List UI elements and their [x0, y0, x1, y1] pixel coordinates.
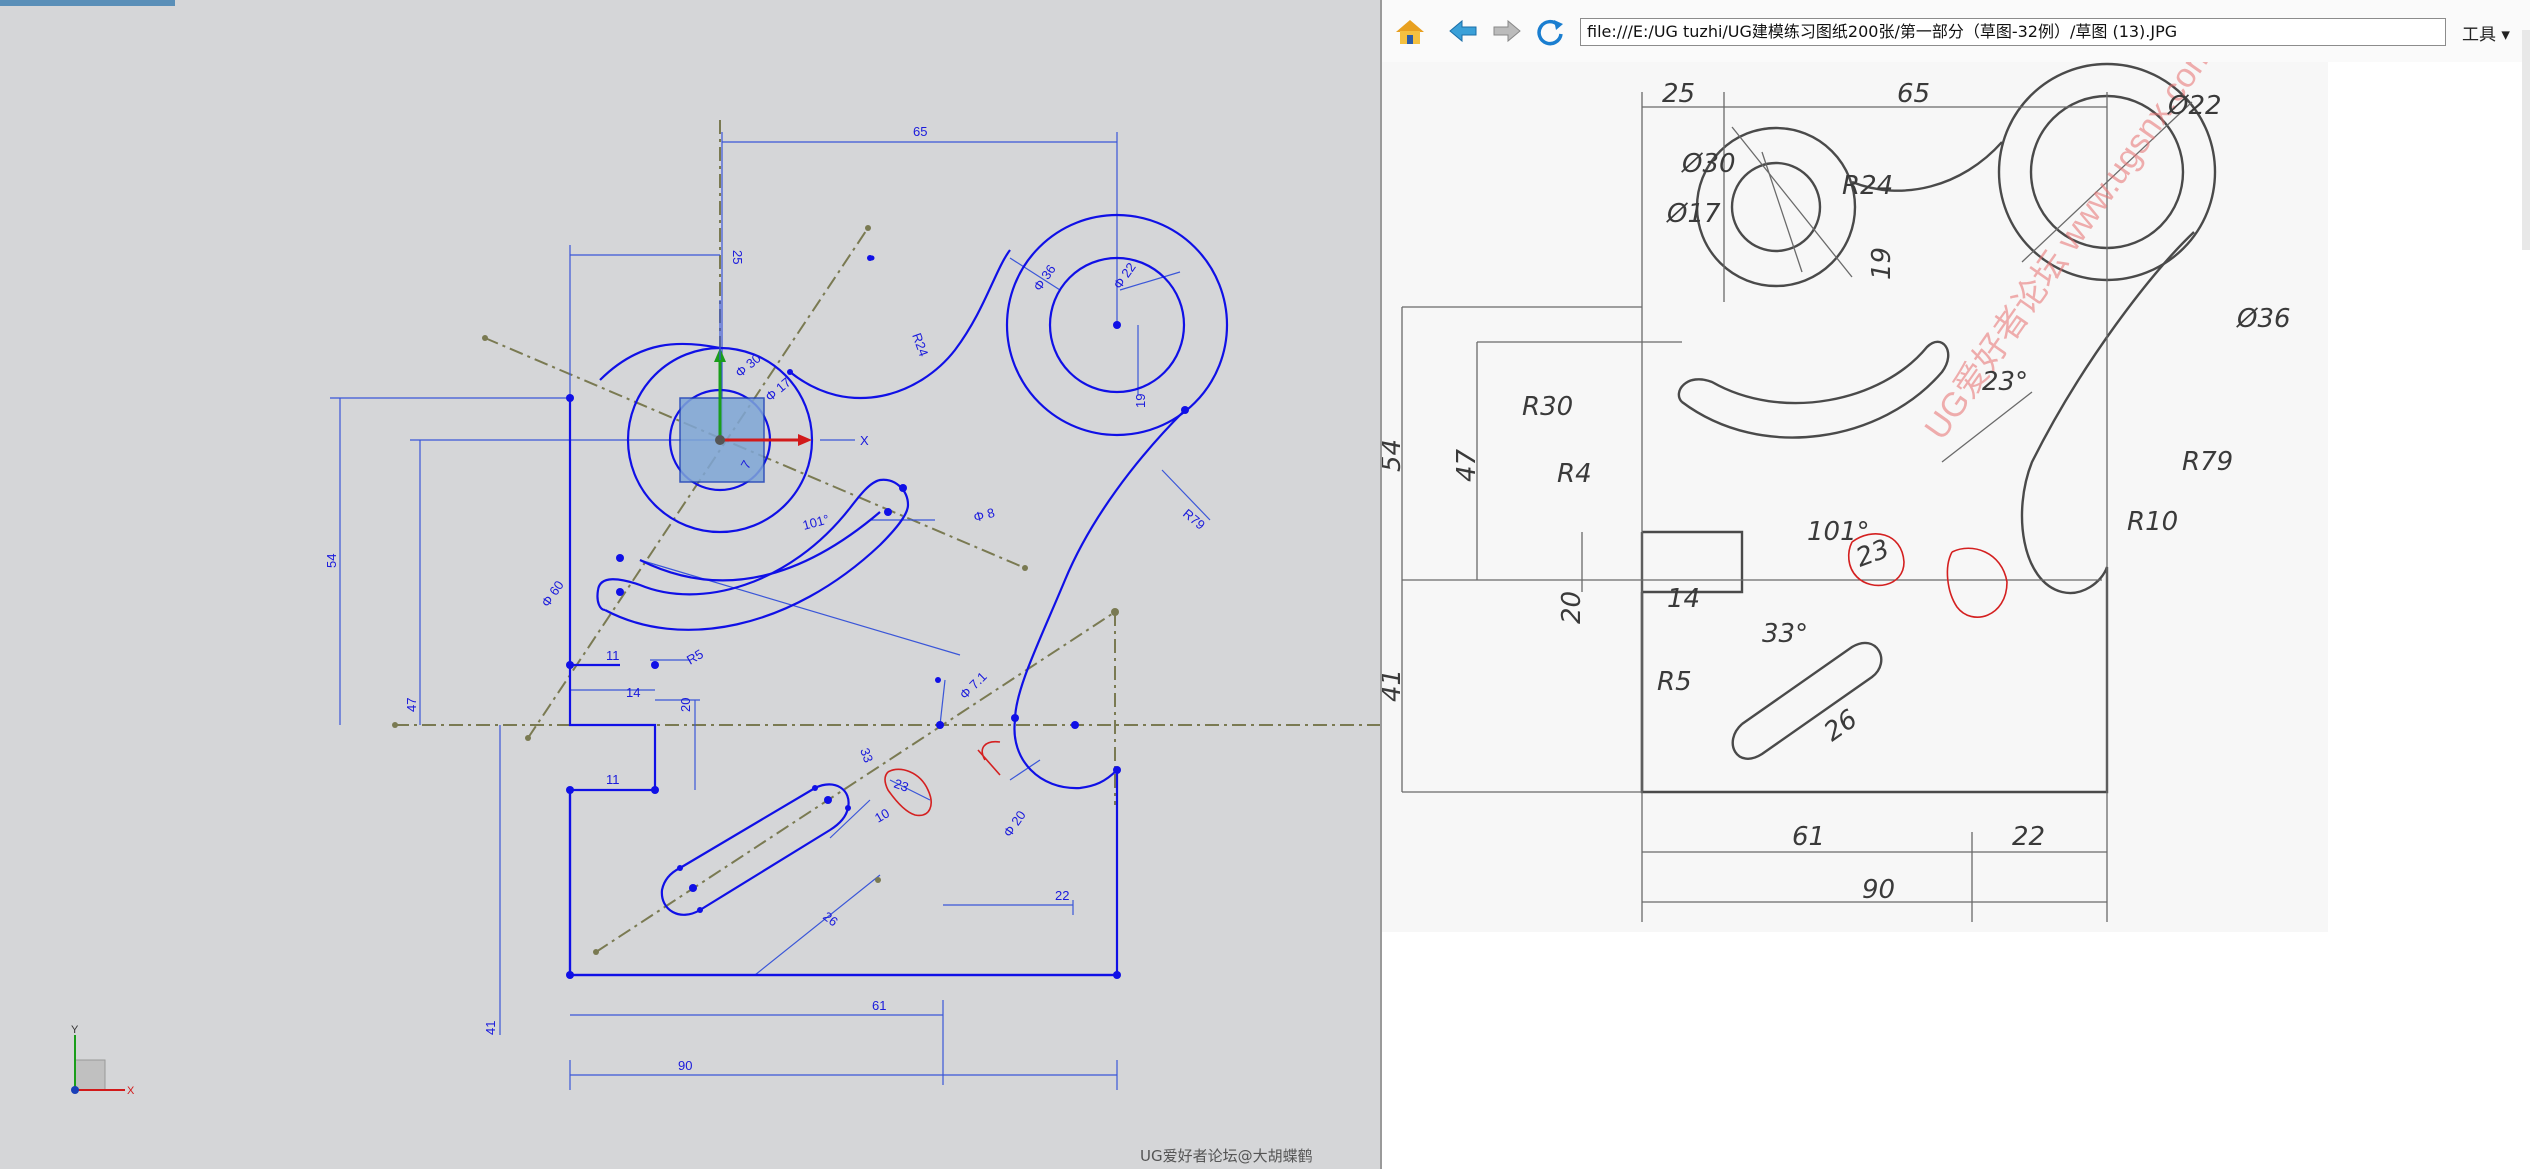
dim-r79[interactable]: R79 — [1180, 506, 1208, 533]
dl-r79: R79 — [2182, 447, 2233, 477]
dim-23[interactable]: 23 — [892, 776, 911, 795]
home-icon[interactable] — [1392, 16, 1428, 46]
dim-14[interactable]: 14 — [626, 685, 640, 700]
dimension-lines — [330, 132, 1211, 1090]
dim-11-top[interactable]: 11 — [606, 648, 620, 663]
dim-11-bottom[interactable]: 11 — [606, 772, 620, 787]
dl-65: 65 — [1897, 79, 1930, 109]
back-arrow-icon[interactable] — [1446, 16, 1482, 46]
dim-25[interactable]: 25 — [730, 250, 745, 264]
dl-14: 14 — [1667, 584, 1700, 614]
dl-19: 19 — [1867, 247, 1897, 280]
forward-arrow-icon[interactable] — [1488, 16, 1524, 46]
dl-47: 47 — [1452, 448, 1482, 482]
dl-61: 61 — [1792, 822, 1825, 852]
reference-drawing-image: UG爱好者论坛 www.ugsnx.com 25 65 Ø22 Ø30 Ø17 … — [1382, 62, 2328, 932]
triad-y-label: Y — [71, 1024, 79, 1036]
viewer-toolbar: file:///E:/UG tuzhi/UG建模练习图纸200张/第一部分（草图… — [1382, 0, 2530, 62]
dim-47[interactable]: 47 — [404, 698, 419, 712]
centerline-endpoints — [392, 225, 1119, 955]
dl-phi22: Ø22 — [2167, 91, 2222, 121]
origin-x-label: X — [860, 433, 869, 448]
footer-watermark: UG爱好者论坛@大胡蝶鹤 — [1140, 1147, 1313, 1165]
view-triad[interactable] — [71, 1035, 125, 1094]
dim-61[interactable]: 61 — [872, 998, 886, 1013]
dl-r30: R30 — [1522, 392, 1573, 422]
vertical-scrollbar[interactable] — [2522, 30, 2530, 250]
dim-phi30[interactable]: Φ 30 — [732, 351, 763, 381]
dim-90[interactable]: 90 — [678, 1058, 692, 1073]
dim-phi36[interactable]: Φ 36 — [1030, 262, 1059, 294]
cad-graphics-window[interactable]: X 65 25 54 47 41 14 20 11 11 19 61 90 22… — [0, 0, 1380, 1169]
dl-25: 25 — [1662, 79, 1695, 109]
sketch-point[interactable] — [869, 255, 875, 261]
dl-90: 90 — [1862, 875, 1895, 905]
dim-101[interactable]: 101° — [801, 511, 831, 532]
refresh-icon[interactable] — [1532, 16, 1568, 46]
dl-20: 20 — [1557, 591, 1587, 624]
dl-r24: R24 — [1842, 171, 1893, 201]
dl-phi30: Ø30 — [1681, 149, 1736, 179]
dim-41[interactable]: 41 — [483, 1021, 498, 1035]
dim-26[interactable]: 26 — [820, 909, 841, 930]
dl-r4: R4 — [1557, 459, 1592, 489]
dim-phi60[interactable]: Φ 60 — [538, 578, 567, 610]
dim-54[interactable]: 54 — [324, 554, 339, 568]
triad-x-label: X — [127, 1085, 135, 1097]
profile-curves — [568, 213, 1229, 977]
dim-r5[interactable]: R5 — [684, 646, 706, 667]
dim-phi22[interactable]: Φ 22 — [1110, 260, 1139, 292]
dim-10[interactable]: 10 — [872, 805, 892, 825]
dl-a23: 23° — [1982, 367, 2028, 397]
dl-r5: R5 — [1657, 667, 1692, 697]
dl-phi17: Ø17 — [1666, 199, 1721, 229]
address-bar[interactable]: file:///E:/UG tuzhi/UG建模练习图纸200张/第一部分（草图… — [1580, 18, 2446, 46]
dim-phi20[interactable]: Φ 20 — [1000, 808, 1029, 840]
dim-33[interactable]: 33 — [857, 746, 876, 765]
dl-22: 22 — [2012, 822, 2045, 852]
dim-r24[interactable]: R24 — [909, 331, 931, 359]
dim-phi8[interactable]: Φ 8 — [972, 505, 996, 525]
dl-54: 54 — [1382, 439, 1407, 472]
dl-phi36: Ø36 — [2236, 304, 2291, 334]
tools-menu[interactable]: 工具 ▾ — [2462, 20, 2510, 45]
sketch-canvas[interactable]: X 65 25 54 47 41 14 20 11 11 19 61 90 22… — [0, 0, 1380, 1169]
dim-65[interactable]: 65 — [913, 124, 927, 139]
dl-a33: 33° — [1762, 619, 1808, 649]
dl-41: 41 — [1382, 669, 1407, 702]
image-viewer-window: file:///E:/UG tuzhi/UG建模练习图纸200张/第一部分（草图… — [1382, 0, 2530, 1169]
dim-19[interactable]: 19 — [1133, 394, 1148, 408]
constraint-points — [566, 255, 1189, 979]
dim-22[interactable]: 22 — [1055, 888, 1069, 903]
dim-20[interactable]: 20 — [678, 698, 693, 712]
dl-r10: R10 — [2127, 507, 2178, 537]
